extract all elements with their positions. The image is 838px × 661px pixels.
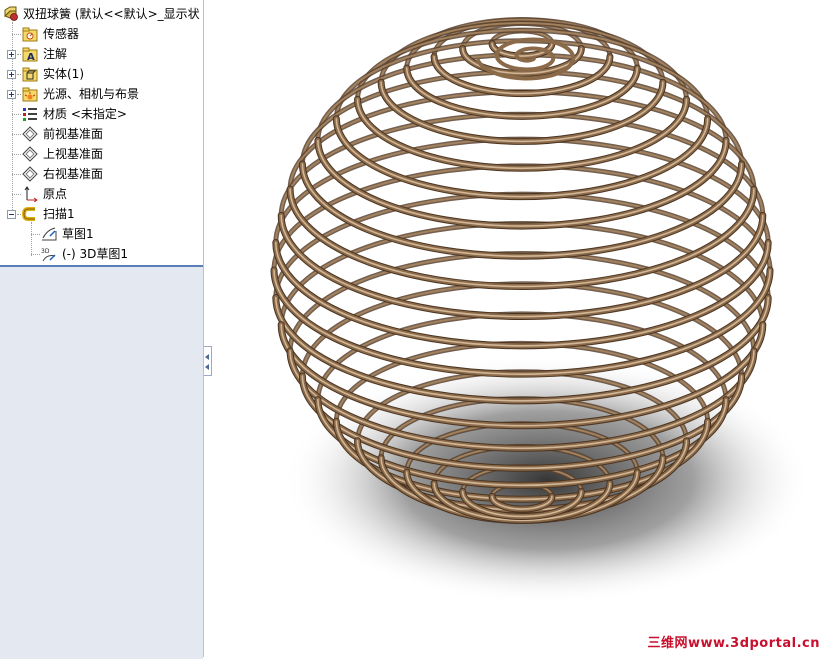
expand-toggle[interactable] [7,90,16,99]
site-watermark: 三维网www.3dportal.cn [647,636,820,651]
coil-arc [278,212,766,319]
tree-item-label: 前视基准面 [43,127,104,141]
spring-coils-front [270,37,774,524]
tree-item-top-plane[interactable]: 上视基准面 [0,144,203,164]
collapse-toggle[interactable] [7,210,16,219]
tree-item-label: 草图1 [62,227,94,241]
tree-item-label: 扫描1 [43,207,75,221]
graphics-viewport[interactable] [212,0,838,657]
tree-item-label: (-) 3D草图1 [62,247,129,261]
tree-empty-area [0,265,203,659]
expand-toggle[interactable] [7,50,16,59]
tree-item-label: 实体(1) [43,67,84,81]
tree-item-label: 上视基准面 [43,147,104,161]
expand-toggle[interactable] [7,70,16,79]
svg-text:A: A [27,52,35,62]
tree-item-label: 右视基准面 [43,167,104,181]
coil-arc [286,185,758,290]
coil-arc [356,98,688,170]
tree-item-lights-cameras-scene[interactable]: 光源、相机与布景 [0,84,203,104]
tree-child-sketch[interactable]: 草图1 [0,224,203,244]
tree-root-part[interactable]: 双扭球簧 (默认<<默认>_显示状 [0,4,203,24]
coil-arc [278,221,766,328]
tree-item-label: 光源、相机与布景 [43,87,140,101]
coil-arc [289,252,755,352]
plane-icon [22,166,38,182]
annotations-folder-icon: A [22,47,38,62]
feature-manager-tree: 双扭球簧 (默认<<默认>_显示状 传感器 A 注解 实体(1) 光源、相机与布… [0,0,204,659]
tree-child-3d-sketch[interactable]: 3D (-) 3D草图1 [0,244,203,264]
sweep-feature-icon [22,207,35,221]
tree-item-sensors[interactable]: 传感器 [0,24,203,44]
coil-arc [287,186,757,289]
coil-arc [354,95,690,172]
solid-bodies-folder-icon [22,67,38,82]
material-icon [23,108,37,121]
coil-arc [299,161,745,259]
tree-item-label: 传感器 [43,27,80,41]
tree-item-material[interactable]: 材质 <未指定> [0,104,203,124]
spherical-spring-model[interactable] [212,0,838,657]
coil-arc [280,222,764,326]
origin-icon [24,186,38,202]
collapse-arrow-icon [205,364,209,370]
coil-arc [301,163,743,257]
coil-arc [298,160,746,260]
tree-item-solid-bodies[interactable]: 实体(1) [0,64,203,84]
plane-icon [22,146,38,162]
collapse-arrow-icon [205,354,209,360]
3d-sketch-icon: 3D [41,248,56,262]
tree-item-origin[interactable]: 原点 [0,184,203,204]
tree-item-sweep[interactable]: 扫描1 [0,204,203,224]
tree-item-front-plane[interactable]: 前视基准面 [0,124,203,144]
coil-arc [355,96,689,171]
tree-item-annotations[interactable]: A 注解 [0,44,203,64]
coil-arc [289,188,755,288]
tree-item-label: 原点 [43,187,68,201]
svg-text:3D: 3D [41,248,50,255]
lights-cameras-scene-icon [22,87,38,102]
tree-item-label: 材质 <未指定> [43,107,127,121]
part-icon [4,6,18,21]
panel-splitter-handle[interactable] [204,346,212,376]
plane-icon [22,126,38,142]
tree-root-label: 双扭球簧 (默认<<默认>_显示状 [23,7,200,21]
coil-arc [277,211,767,320]
tree-item-right-plane[interactable]: 右视基准面 [0,164,203,184]
sketch-icon [42,227,57,241]
sensors-folder-icon [22,27,38,42]
coil-arc [287,251,757,354]
coil-arc [280,214,764,318]
tree-item-label: 注解 [43,47,68,61]
